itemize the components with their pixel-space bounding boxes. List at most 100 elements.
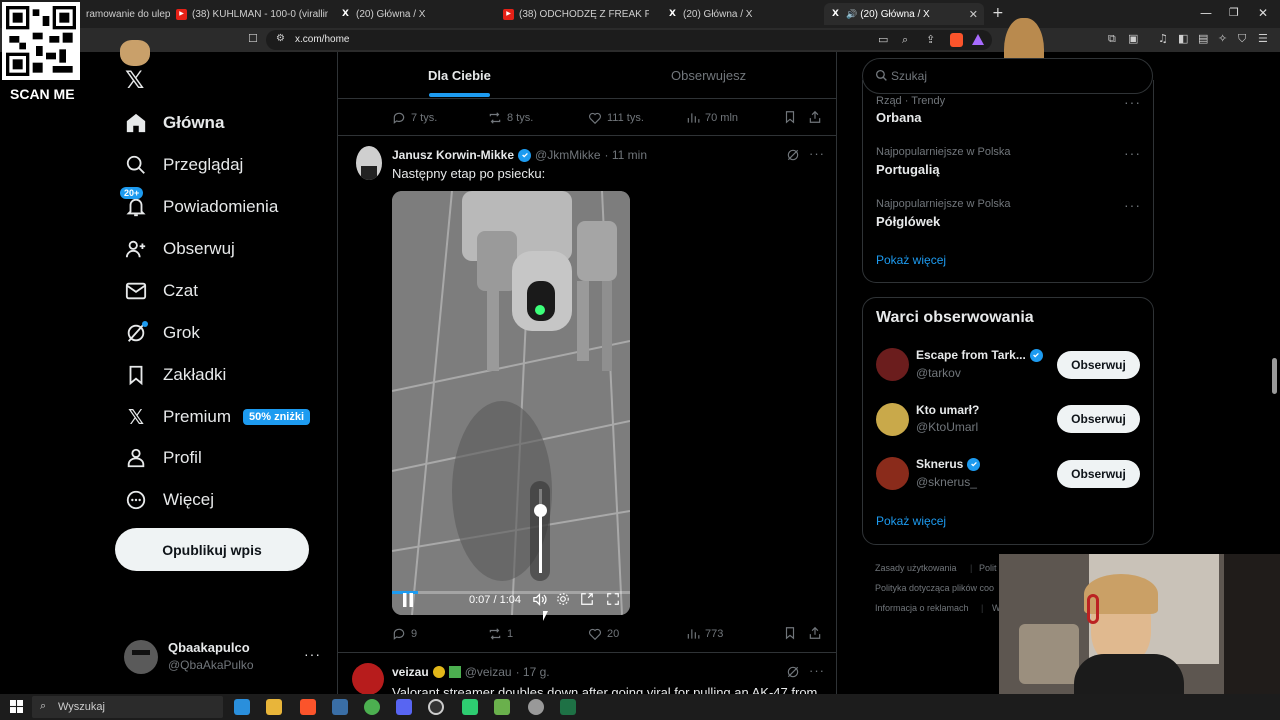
chrome-icon[interactable]	[364, 699, 380, 715]
trend-more-icon[interactable]: ···	[1124, 145, 1141, 161]
brave-icon[interactable]	[300, 699, 316, 715]
browser-tab[interactable]: ▶ (38) ODCHODZĘ Z FREAK FIGHTÓW |	[497, 3, 649, 25]
volume-handle[interactable]	[534, 504, 547, 517]
nav-grok[interactable]: Grok	[124, 316, 200, 350]
author-avatar[interactable]	[352, 663, 384, 694]
follow-avatar[interactable]	[876, 348, 909, 381]
app2-icon[interactable]	[494, 699, 510, 715]
post-more-icon[interactable]: ···	[809, 146, 825, 161]
trend-more-icon[interactable]: ···	[1124, 197, 1141, 213]
repost-button[interactable]: 8 tys.	[488, 111, 533, 125]
rewards-icon[interactable]	[972, 34, 984, 45]
wallet2-icon[interactable]: ▤	[1198, 32, 1208, 45]
obs-icon[interactable]	[428, 699, 444, 715]
next-post[interactable]: veizau @veizau · 17 g. ··· Valorant stre…	[338, 653, 836, 694]
page-scrollbar-thumb[interactable]	[1272, 358, 1277, 394]
author-name[interactable]: Janusz Korwin-Mikke	[392, 148, 514, 162]
picture-in-picture-icon[interactable]	[580, 592, 594, 611]
post-more-icon[interactable]: ···	[809, 663, 825, 678]
reply-button[interactable]: 9	[392, 627, 417, 641]
bookmark-post-icon[interactable]	[783, 110, 797, 129]
follow-name[interactable]: Sknerus	[916, 457, 963, 471]
share-post-icon[interactable]	[808, 626, 822, 645]
follow-button[interactable]: Obserwuj	[1057, 460, 1140, 488]
author-name[interactable]: veizau	[392, 665, 429, 679]
browser-tab-active[interactable]: X 🔊 (20) Główna / X ✕	[824, 3, 984, 25]
trend-name[interactable]: Portugalią	[876, 162, 940, 177]
app3-icon[interactable]	[528, 699, 544, 715]
x-logo-icon[interactable]: 𝕏	[125, 66, 144, 94]
nav-premium[interactable]: 𝕏 Premium 50% zniżki	[124, 400, 311, 434]
reader-icon[interactable]: ▭	[878, 33, 888, 46]
author-handle[interactable]: @JkmMikke	[535, 148, 601, 162]
fullscreen-icon[interactable]	[606, 592, 620, 611]
grok-explain-icon[interactable]	[786, 148, 800, 167]
nav-bookmarks[interactable]: Zakładki	[124, 358, 226, 392]
nav-home[interactable]: Główna	[124, 106, 224, 140]
browser-tab[interactable]: ▶ (38) KUHLMAN - 100-0 (virallinen m	[170, 3, 328, 25]
wallet-icon[interactable]: ▣	[1128, 32, 1138, 45]
vpn-icon[interactable]: ⛉	[1238, 32, 1246, 46]
maximize-icon[interactable]: ❐	[1229, 6, 1239, 19]
edge-icon[interactable]	[234, 699, 250, 715]
video-player[interactable]: 0:07 / 1:04	[392, 191, 630, 615]
follow-name[interactable]: Kto umarł?	[916, 403, 979, 417]
follow-button[interactable]: Obserwuj	[1057, 351, 1140, 379]
follow-show-more-link[interactable]: Pokaż więcej	[876, 514, 946, 528]
app-icon[interactable]	[332, 699, 348, 715]
brave-shield-icon[interactable]	[950, 33, 963, 47]
nav-follow[interactable]: Obserwuj	[124, 232, 235, 266]
volume-slider[interactable]	[530, 481, 550, 581]
grok-explain-icon[interactable]	[786, 665, 800, 684]
file-explorer-icon[interactable]	[266, 699, 282, 715]
share-post-icon[interactable]	[808, 110, 822, 129]
windows-start-icon[interactable]	[10, 700, 23, 718]
like-button[interactable]: 111 tys.	[588, 111, 644, 125]
browser-tab[interactable]: X (20) Główna / X	[661, 3, 819, 25]
nav-explore[interactable]: Przeglądaj	[124, 148, 243, 182]
trend-more-icon[interactable]: ···	[1124, 94, 1141, 110]
nav-profile[interactable]: Profil	[124, 441, 202, 475]
post-button[interactable]: Opublikuj wpis	[115, 528, 309, 571]
more-dots-icon[interactable]: ···	[304, 646, 321, 662]
close-window-icon[interactable]: ✕	[1258, 6, 1268, 20]
play-icon[interactable]	[462, 699, 478, 715]
minimize-icon[interactable]: —	[1200, 6, 1212, 20]
views-button[interactable]: 773	[686, 627, 723, 641]
menu-icon[interactable]: ☰	[1258, 32, 1268, 45]
post-time[interactable]: · 11 min	[605, 148, 647, 162]
close-tab-icon[interactable]: ✕	[969, 8, 978, 21]
like-button[interactable]: 20	[588, 627, 619, 641]
bookmark-page-icon[interactable]: ☐	[248, 32, 258, 45]
tab-following[interactable]: Obserwujesz	[671, 68, 746, 83]
post-time[interactable]: · 17 g.	[516, 665, 550, 679]
trends-show-more-link[interactable]: Pokaż więcej	[876, 253, 946, 267]
trend-name[interactable]: Orbana	[876, 110, 922, 125]
repost-button[interactable]: 1	[488, 627, 513, 641]
app4-icon[interactable]	[560, 699, 576, 715]
site-info-icon[interactable]: ⚙	[276, 33, 285, 44]
follow-avatar[interactable]	[876, 403, 909, 436]
author-avatar[interactable]	[356, 146, 382, 180]
discord-icon[interactable]	[396, 699, 412, 715]
zoom-icon[interactable]: ⌕	[902, 33, 908, 47]
trend-name[interactable]: Półglówek	[876, 214, 940, 229]
music-icon[interactable]: ♫	[1158, 32, 1168, 45]
post[interactable]: Janusz Korwin-Mikke @JkmMikke · 11 min ·…	[338, 136, 836, 653]
browser-tab[interactable]: X (20) Główna / X	[334, 3, 494, 25]
follow-name[interactable]: Escape from Tark...	[916, 348, 1026, 362]
footer-link[interactable]: Zasady użytkowania	[875, 563, 957, 573]
follow-button[interactable]: Obserwuj	[1057, 405, 1140, 433]
follow-avatar[interactable]	[876, 457, 909, 490]
author-handle[interactable]: @veizau	[465, 665, 512, 679]
url-field[interactable]: ⚙ x.com/home ▭ ⌕ ⇪	[266, 30, 992, 50]
settings-icon[interactable]	[556, 592, 570, 611]
footer-link[interactable]: Informacja o reklamach	[875, 603, 969, 613]
nav-chat[interactable]: Czat	[124, 274, 198, 308]
bookmark-post-icon[interactable]	[783, 626, 797, 645]
tab-for-you[interactable]: Dla Ciebie	[428, 68, 491, 83]
share-icon[interactable]: ⇪	[926, 33, 935, 46]
nav-more[interactable]: Więcej	[124, 483, 214, 517]
taskbar-search[interactable]: ⌕ Wyszukaj	[32, 696, 223, 718]
new-tab-icon[interactable]: +	[992, 5, 1004, 21]
